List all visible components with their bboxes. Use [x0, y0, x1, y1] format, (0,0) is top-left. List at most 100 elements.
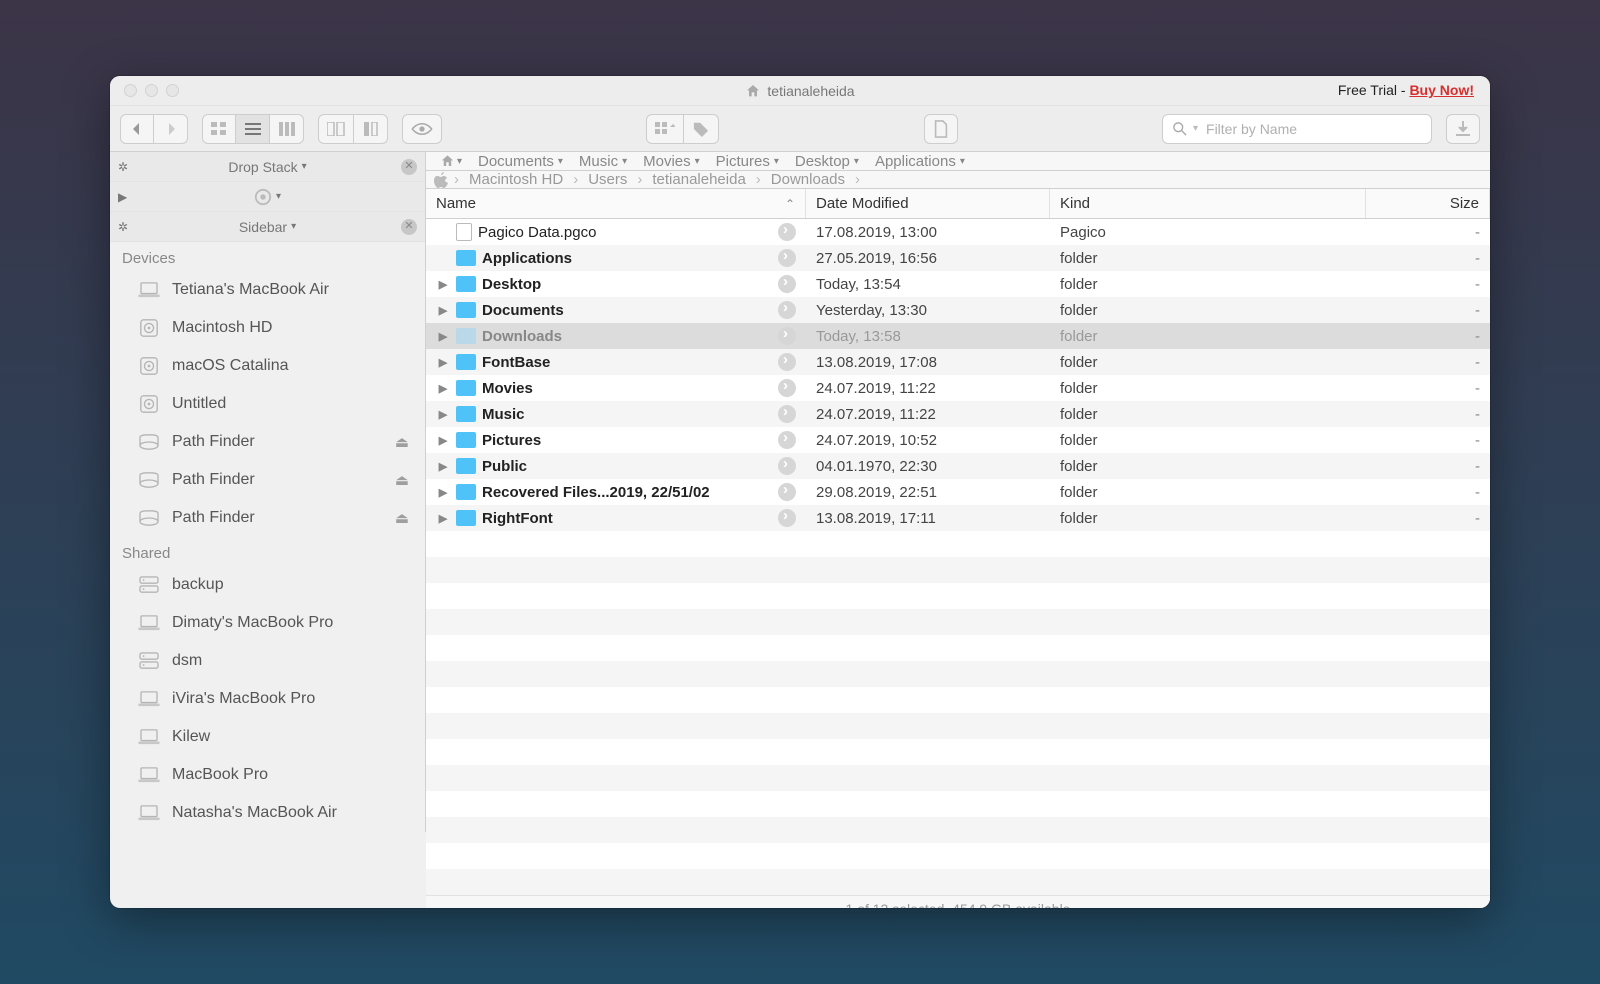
disclosure-triangle-icon[interactable]: ▶ [436, 278, 450, 291]
goto-icon[interactable] [778, 405, 796, 423]
view-columns-button[interactable] [270, 114, 304, 144]
sidebar-item-devices[interactable]: Path Finder⏏ [110, 499, 425, 537]
close-button[interactable] [124, 84, 137, 97]
zoom-button[interactable] [166, 84, 179, 97]
view-icons-button[interactable] [202, 114, 236, 144]
sidebar-item-shared[interactable]: Natasha's MacBook Air [110, 794, 425, 832]
sidebar-item-devices[interactable]: Untitled [110, 385, 425, 423]
sidebar-item-shared[interactable]: MacBook Pro [110, 756, 425, 794]
sidebar-heading-shared: Shared [110, 537, 425, 566]
layout-single-button[interactable] [354, 114, 388, 144]
eject-icon[interactable]: ⏏ [395, 433, 409, 451]
goto-icon[interactable] [778, 379, 796, 397]
sidebar-item-devices[interactable]: Path Finder⏏ [110, 423, 425, 461]
close-icon[interactable]: ✕ [401, 219, 417, 235]
play-icon[interactable]: ▶ [118, 190, 127, 204]
disclosure-triangle-icon[interactable]: ▶ [436, 382, 450, 395]
file-row[interactable]: ▶ Pagico Data.pgco 17.08.2019, 13:00 Pag… [426, 219, 1490, 245]
shelf-record-row[interactable]: ▶ ▾ [110, 182, 425, 212]
home-menu-button[interactable]: ▾ [440, 152, 462, 170]
column-kind[interactable]: Kind [1050, 189, 1366, 218]
download-button[interactable] [1446, 114, 1480, 144]
disclosure-triangle-icon[interactable]: ▶ [436, 408, 450, 421]
arrange-button[interactable] [646, 114, 684, 144]
tab-applications[interactable]: Applications ▾ [875, 153, 965, 170]
disclosure-triangle-icon[interactable]: ▶ [436, 486, 450, 499]
file-row[interactable]: ▶ Documents Yesterday, 13:30 folder - [426, 297, 1490, 323]
sidebar-item-devices[interactable]: Macintosh HD [110, 309, 425, 347]
goto-icon[interactable] [778, 457, 796, 475]
goto-icon[interactable] [778, 431, 796, 449]
goto-icon[interactable] [778, 301, 796, 319]
file-size: - [1475, 302, 1480, 319]
file-row[interactable]: ▶ RightFont 13.08.2019, 17:11 folder - [426, 505, 1490, 531]
minimize-button[interactable] [145, 84, 158, 97]
edit-tags-button[interactable] [684, 114, 719, 144]
sidebar-item-devices[interactable]: Tetiana's MacBook Air [110, 271, 425, 309]
sidebar-item-shared[interactable]: Dimaty's MacBook Pro [110, 604, 425, 642]
document-icon [933, 120, 949, 138]
folder-icon [456, 250, 476, 266]
file-row[interactable]: ▶ Public 04.01.1970, 22:30 folder - [426, 453, 1490, 479]
sidebar-item-devices[interactable]: Path Finder⏏ [110, 461, 425, 499]
column-name[interactable]: Name ⌃ [426, 189, 806, 218]
goto-icon[interactable] [778, 509, 796, 527]
file-row[interactable]: ▶ Pictures 24.07.2019, 10:52 folder - [426, 427, 1490, 453]
buy-now-link[interactable]: Buy Now! [1409, 82, 1474, 98]
breadcrumb-item[interactable]: Downloads [767, 171, 849, 188]
disclosure-triangle-icon[interactable]: ▶ [436, 512, 450, 525]
gear-icon[interactable]: ✲ [118, 160, 128, 174]
goto-icon[interactable] [778, 223, 796, 241]
layout-dual-button[interactable] [318, 114, 354, 144]
file-row[interactable]: ▶ Music 24.07.2019, 11:22 folder - [426, 401, 1490, 427]
new-document-button[interactable] [924, 114, 958, 144]
file-row[interactable]: ▶ Movies 24.07.2019, 11:22 folder - [426, 375, 1490, 401]
file-row[interactable]: ▶ Desktop Today, 13:54 folder - [426, 271, 1490, 297]
tab-documents[interactable]: Documents ▾ [478, 153, 563, 170]
goto-icon[interactable] [778, 249, 796, 267]
view-list-button[interactable] [236, 114, 270, 144]
close-icon[interactable]: ✕ [401, 159, 417, 175]
tab-pictures[interactable]: Pictures ▾ [716, 153, 779, 170]
breadcrumb-item[interactable]: tetianaleheida [648, 171, 749, 188]
sidebar-config-row[interactable]: ✲ Sidebar ▾ ✕ [110, 212, 425, 242]
apple-icon [434, 172, 448, 188]
column-date[interactable]: Date Modified [806, 189, 1050, 218]
breadcrumb-item[interactable]: Users [584, 171, 631, 188]
search-input[interactable] [1204, 120, 1421, 138]
tab-desktop[interactable]: Desktop ▾ [795, 153, 859, 170]
goto-icon[interactable] [778, 327, 796, 345]
back-button[interactable] [120, 114, 154, 144]
disclosure-triangle-icon[interactable]: ▶ [436, 304, 450, 317]
quicklook-button[interactable] [402, 114, 442, 144]
sidebar-item-shared[interactable]: iVira's MacBook Pro [110, 680, 425, 718]
file-row[interactable]: ▶ Applications 27.05.2019, 16:56 folder … [426, 245, 1490, 271]
forward-button[interactable] [154, 114, 188, 144]
tab-music[interactable]: Music ▾ [579, 153, 627, 170]
tab-movies[interactable]: Movies ▾ [643, 153, 700, 170]
file-date: 13.08.2019, 17:11 [816, 510, 936, 527]
sidebar-item-shared[interactable]: backup [110, 566, 425, 604]
breadcrumb-item[interactable]: Macintosh HD [465, 171, 567, 188]
disclosure-triangle-icon[interactable]: ▶ [436, 356, 450, 369]
eject-icon[interactable]: ⏏ [395, 471, 409, 489]
file-row[interactable]: ▶ Recovered Files...2019, 22/51/02 29.08… [426, 479, 1490, 505]
disclosure-triangle-icon[interactable]: ▶ [436, 434, 450, 447]
goto-icon[interactable] [778, 275, 796, 293]
goto-icon[interactable] [778, 353, 796, 371]
sidebar-item-shared[interactable]: dsm [110, 642, 425, 680]
sidebar-item-devices[interactable]: macOS Catalina [110, 347, 425, 385]
disclosure-triangle-icon[interactable]: ▶ [436, 330, 450, 343]
drop-stack-row[interactable]: ✲ Drop Stack ▾ ✕ [110, 152, 425, 182]
search-field[interactable]: ▾ [1162, 114, 1432, 144]
file-row[interactable]: ▶ FontBase 13.08.2019, 17:08 folder - [426, 349, 1490, 375]
gear-icon[interactable]: ✲ [118, 220, 128, 234]
sidebar-item-shared[interactable]: Kilew [110, 718, 425, 756]
column-size[interactable]: Size [1366, 189, 1490, 218]
file-size: - [1475, 328, 1480, 345]
eject-icon[interactable]: ⏏ [395, 509, 409, 527]
file-name: Pictures [482, 432, 541, 449]
file-row[interactable]: ▶ Downloads Today, 13:58 folder - [426, 323, 1490, 349]
goto-icon[interactable] [778, 483, 796, 501]
disclosure-triangle-icon[interactable]: ▶ [436, 460, 450, 473]
